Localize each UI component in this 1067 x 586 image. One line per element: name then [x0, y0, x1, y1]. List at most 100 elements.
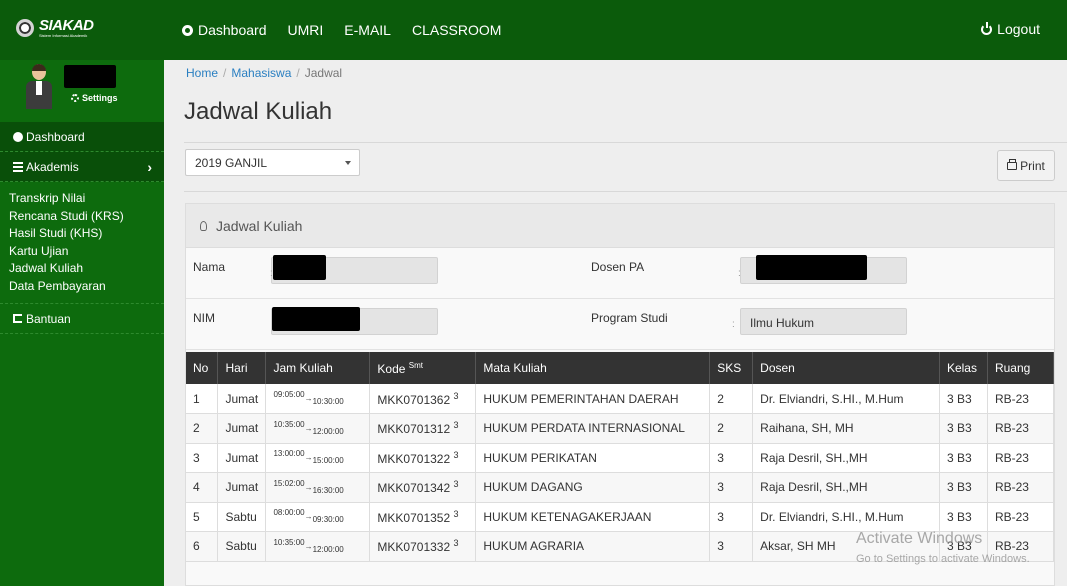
- power-icon: [981, 21, 993, 35]
- table-row: 3 Jumat 13:00:00→15:00:00 MKK0701322 3 HUKUM…: [186, 443, 1055, 473]
- cell-hari: Jumat: [217, 384, 267, 414]
- cell-ruang: RB-23: [987, 413, 1055, 444]
- user-box: Settings: [0, 60, 164, 122]
- top-navbar: SIAKAD Sistem Informasi Akademik Dashboar…: [0, 0, 1067, 60]
- program-studi-field: Ilmu Hukum: [740, 308, 907, 335]
- gear-icon: [71, 94, 79, 102]
- cell-no: 3: [186, 443, 219, 473]
- breadcrumb-current: Jadwal: [304, 66, 343, 80]
- sidebar-item-rencana-studi[interactable]: Rencana Studi (KRS): [9, 208, 164, 226]
- cell-sks: 2: [709, 413, 754, 444]
- nav-email[interactable]: E-MAIL: [344, 22, 391, 38]
- info-row-nim: NIM Program Studi : Ilmu Hukum: [186, 299, 1054, 350]
- print-button[interactable]: Print: [997, 150, 1055, 181]
- brand-logo-icon: [16, 19, 34, 37]
- cell-mata-kuliah: HUKUM AGRARIA: [475, 531, 711, 562]
- sidebar-item-jadwal-kuliah[interactable]: Jadwal Kuliah: [9, 260, 164, 278]
- cell-sks: 3: [709, 443, 754, 473]
- dashboard-icon: [13, 131, 23, 142]
- logout-button[interactable]: Logout: [981, 21, 1040, 37]
- cell-sks: 2: [709, 384, 754, 414]
- dosen-pa-label: Dosen PA: [591, 260, 645, 274]
- th-kelas: Kelas: [939, 352, 988, 384]
- page-title: Jadwal Kuliah: [184, 98, 333, 125]
- cell-mata-kuliah: HUKUM PEMERINTAHAN DAERAH: [475, 384, 711, 414]
- cell-ruang: RB-23: [987, 502, 1055, 532]
- cell-kode: MKK0701322 3: [369, 443, 477, 473]
- cell-dosen: Raihana, SH, MH: [752, 413, 940, 444]
- nav-dashboard[interactable]: Dashboard: [182, 22, 267, 38]
- panel-heading: Jadwal Kuliah: [186, 204, 1054, 248]
- cell-dosen: Dr. Elviandri, S.HI., M.Hum: [752, 502, 940, 532]
- cell-mata-kuliah: HUKUM KETENAGAKERJAAN: [475, 502, 711, 532]
- th-jam: Jam Kuliah: [265, 352, 371, 384]
- cell-kelas: 3 B3: [939, 472, 988, 503]
- cell-kode: MKK0701362 3: [369, 384, 477, 414]
- main-nav: Dashboard UMRI E-MAIL CLASSROOM: [182, 22, 522, 38]
- brand[interactable]: SIAKAD Sistem Informasi Akademik: [0, 0, 164, 60]
- cell-kelas: 3 B3: [939, 502, 988, 532]
- cell-ruang: RB-23: [987, 472, 1055, 503]
- program-studi-label: Program Studi: [591, 311, 668, 325]
- breadcrumb-mahasiswa[interactable]: Mahasiswa: [231, 66, 291, 80]
- cell-no: 2: [186, 413, 219, 444]
- breadcrumb-home[interactable]: Home: [186, 66, 218, 80]
- cell-kode: MKK0701332 3: [369, 531, 477, 562]
- cell-hari: Jumat: [217, 443, 267, 473]
- semester-select[interactable]: 2019 GANJIL: [185, 149, 360, 176]
- sidebar-item-akademis[interactable]: Akademis ›: [0, 152, 164, 182]
- print-label: Print: [1020, 158, 1045, 173]
- breadcrumb: Home / Mahasiswa / Jadwal: [186, 66, 343, 80]
- sidebar-item-transkrip-nilai[interactable]: Transkrip Nilai: [9, 190, 164, 208]
- sidebar-item-label: Akademis: [26, 159, 79, 174]
- cell-jam: 09:05:00→10:30:00: [265, 384, 371, 414]
- cell-mata-kuliah: HUKUM DAGANG: [475, 472, 711, 503]
- sidebar-item-bantuan[interactable]: Bantuan: [0, 304, 164, 334]
- nav-umri[interactable]: UMRI: [288, 22, 324, 38]
- semester-select-value: 2019 GANJIL: [195, 156, 268, 170]
- sidebar-item-dashboard[interactable]: Dashboard: [0, 122, 164, 152]
- nav-classroom[interactable]: CLASSROOM: [412, 22, 501, 38]
- th-mata-kuliah: Mata Kuliah: [475, 352, 711, 384]
- brand-subtitle: Sistem Informasi Akademik: [39, 33, 88, 38]
- cell-kode: MKK0701352 3: [369, 502, 477, 532]
- cell-jam: 08:00:00→09:30:00: [265, 502, 371, 532]
- cell-no: 5: [186, 502, 219, 532]
- cell-kelas: 3 B3: [939, 443, 988, 473]
- akademis-submenu: Transkrip Nilai Rencana Studi (KRS) Hasi…: [0, 182, 164, 304]
- nim-label: NIM: [193, 311, 215, 325]
- cell-kelas: 3 B3: [939, 384, 988, 414]
- settings-label: Settings: [82, 93, 118, 103]
- sidebar-item-data-pembayaran[interactable]: Data Pembayaran: [9, 278, 164, 296]
- nama-label: Nama: [193, 260, 226, 274]
- brand-name: SIAKAD Sistem Informasi Akademik: [39, 17, 94, 38]
- sidebar-item-kartu-ujian[interactable]: Kartu Ujian: [9, 243, 164, 261]
- lightbulb-icon: [200, 220, 207, 231]
- th-no: No: [186, 352, 219, 384]
- settings-link[interactable]: Settings: [71, 93, 118, 103]
- schedule-panel: Jadwal Kuliah Nama : Dosen PA : NIM Prog…: [185, 203, 1055, 586]
- table-row: 4 Jumat 15:02:00→16:30:00 MKK0701342 3 HUKUM…: [186, 472, 1055, 503]
- logout-label: Logout: [997, 21, 1040, 37]
- sidebar-item-label: Bantuan: [26, 311, 71, 326]
- info-row-nama: Nama : Dosen PA :: [186, 248, 1054, 299]
- table-header-row: No Hari Jam Kuliah Kode Smt Mata Kuliah …: [186, 352, 1055, 384]
- cell-kode: MKK0701342 3: [369, 472, 477, 503]
- redacted-username: [64, 65, 116, 88]
- sidebar-item-label: Dashboard: [26, 129, 85, 144]
- colon: :: [738, 268, 741, 279]
- menu-bars-icon: [13, 161, 23, 172]
- cell-no: 1: [186, 384, 219, 414]
- cell-hari: Sabtu: [217, 502, 267, 532]
- printer-icon: [1007, 158, 1018, 170]
- cell-jam: 13:00:00→15:00:00: [265, 443, 371, 473]
- th-kode: Kode Smt: [369, 352, 477, 384]
- cell-mata-kuliah: HUKUM PERDATA INTERNASIONAL: [475, 413, 711, 444]
- sidebar-item-hasil-studi[interactable]: Hasil Studi (KHS): [9, 225, 164, 243]
- cell-hari: Jumat: [217, 472, 267, 503]
- th-dosen: Dosen: [752, 352, 940, 384]
- nav-dashboard-label: Dashboard: [198, 22, 267, 38]
- th-sks: SKS: [709, 352, 754, 384]
- cell-hari: Jumat: [217, 413, 267, 444]
- cell-dosen: Raja Desril, SH.,MH: [752, 472, 940, 503]
